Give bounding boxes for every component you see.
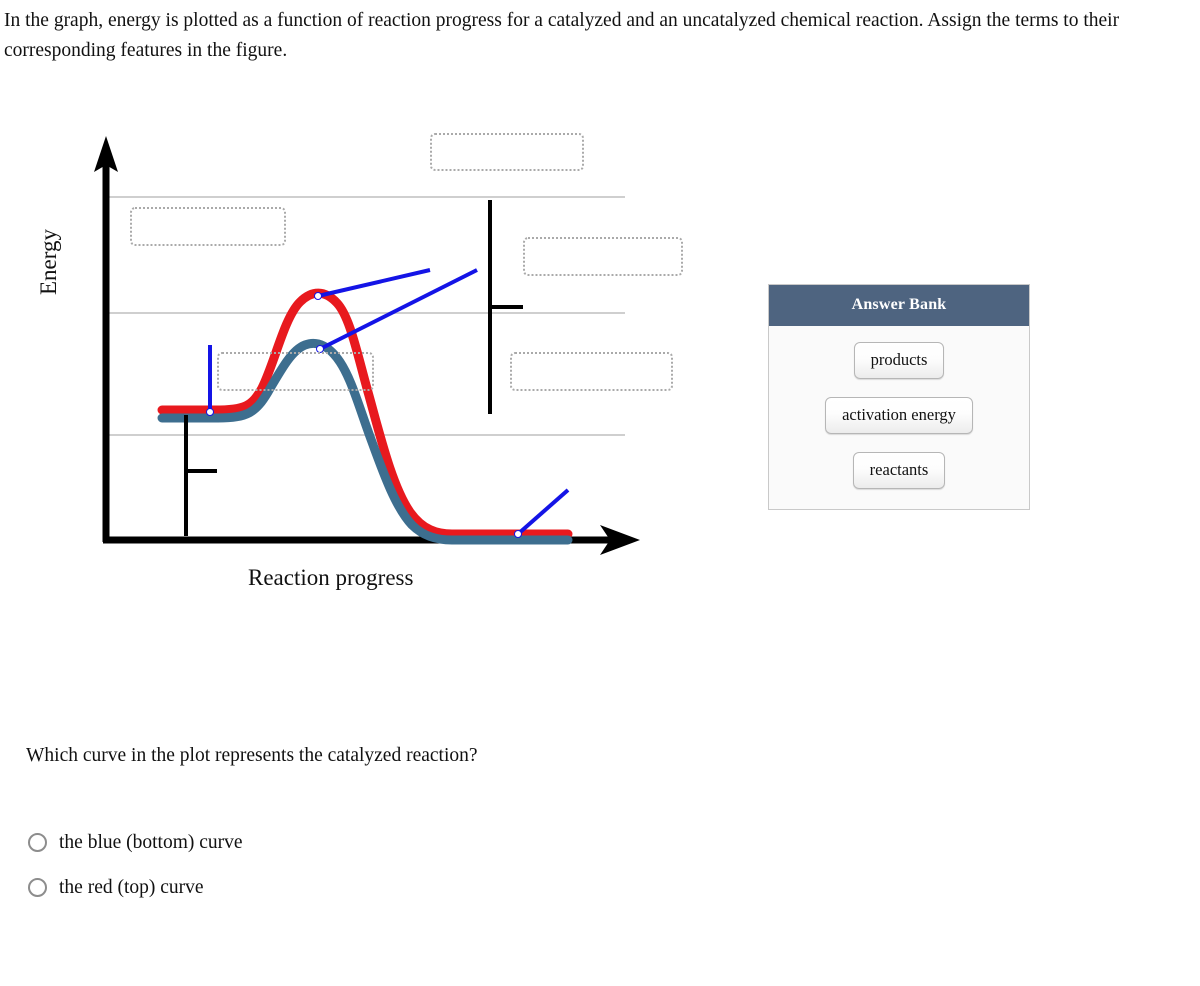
dropzone-reactant-level[interactable] bbox=[217, 352, 374, 391]
choice-blue-bottom-curve[interactable]: the blue (bottom) curve bbox=[28, 820, 568, 865]
energy-diagram-figure: Energy Reaction progress bbox=[0, 100, 720, 620]
answer-bank-items: products activation energy reactants bbox=[769, 326, 1029, 509]
answer-chip-reactants[interactable]: reactants bbox=[852, 452, 946, 489]
answer-bank-title: Answer Bank bbox=[769, 285, 1029, 326]
choice-label-red-top-curve: the red (top) curve bbox=[59, 876, 204, 898]
answer-bank-panel: Answer Bank products activation energy r… bbox=[768, 284, 1030, 510]
answer-chip-activation-energy[interactable]: activation energy bbox=[825, 397, 973, 434]
question-prompt: In the graph, energy is plotted as a fun… bbox=[4, 10, 1120, 61]
radio-blue-bottom-curve[interactable] bbox=[28, 833, 47, 852]
dropzone-product-level[interactable] bbox=[510, 352, 673, 391]
dropzone-transition-state[interactable] bbox=[430, 133, 584, 171]
answer-chip-products[interactable]: products bbox=[853, 342, 945, 379]
choice-red-top-curve[interactable]: the red (top) curve bbox=[28, 865, 568, 910]
choice-label-blue-bottom-curve: the blue (bottom) curve bbox=[59, 831, 243, 853]
followup-choices: the blue (bottom) curve the red (top) cu… bbox=[28, 820, 568, 910]
radio-red-top-curve[interactable] bbox=[28, 878, 47, 897]
reactant-level-bracket bbox=[184, 415, 217, 536]
y-axis-label: Energy bbox=[36, 228, 61, 295]
x-axis-label: Reaction progress bbox=[248, 565, 414, 590]
dropzone-reactant-marker[interactable] bbox=[130, 207, 286, 246]
dropzone-activation-energy[interactable] bbox=[523, 237, 683, 276]
followup-question: Which curve in the plot represents the c… bbox=[26, 745, 478, 766]
